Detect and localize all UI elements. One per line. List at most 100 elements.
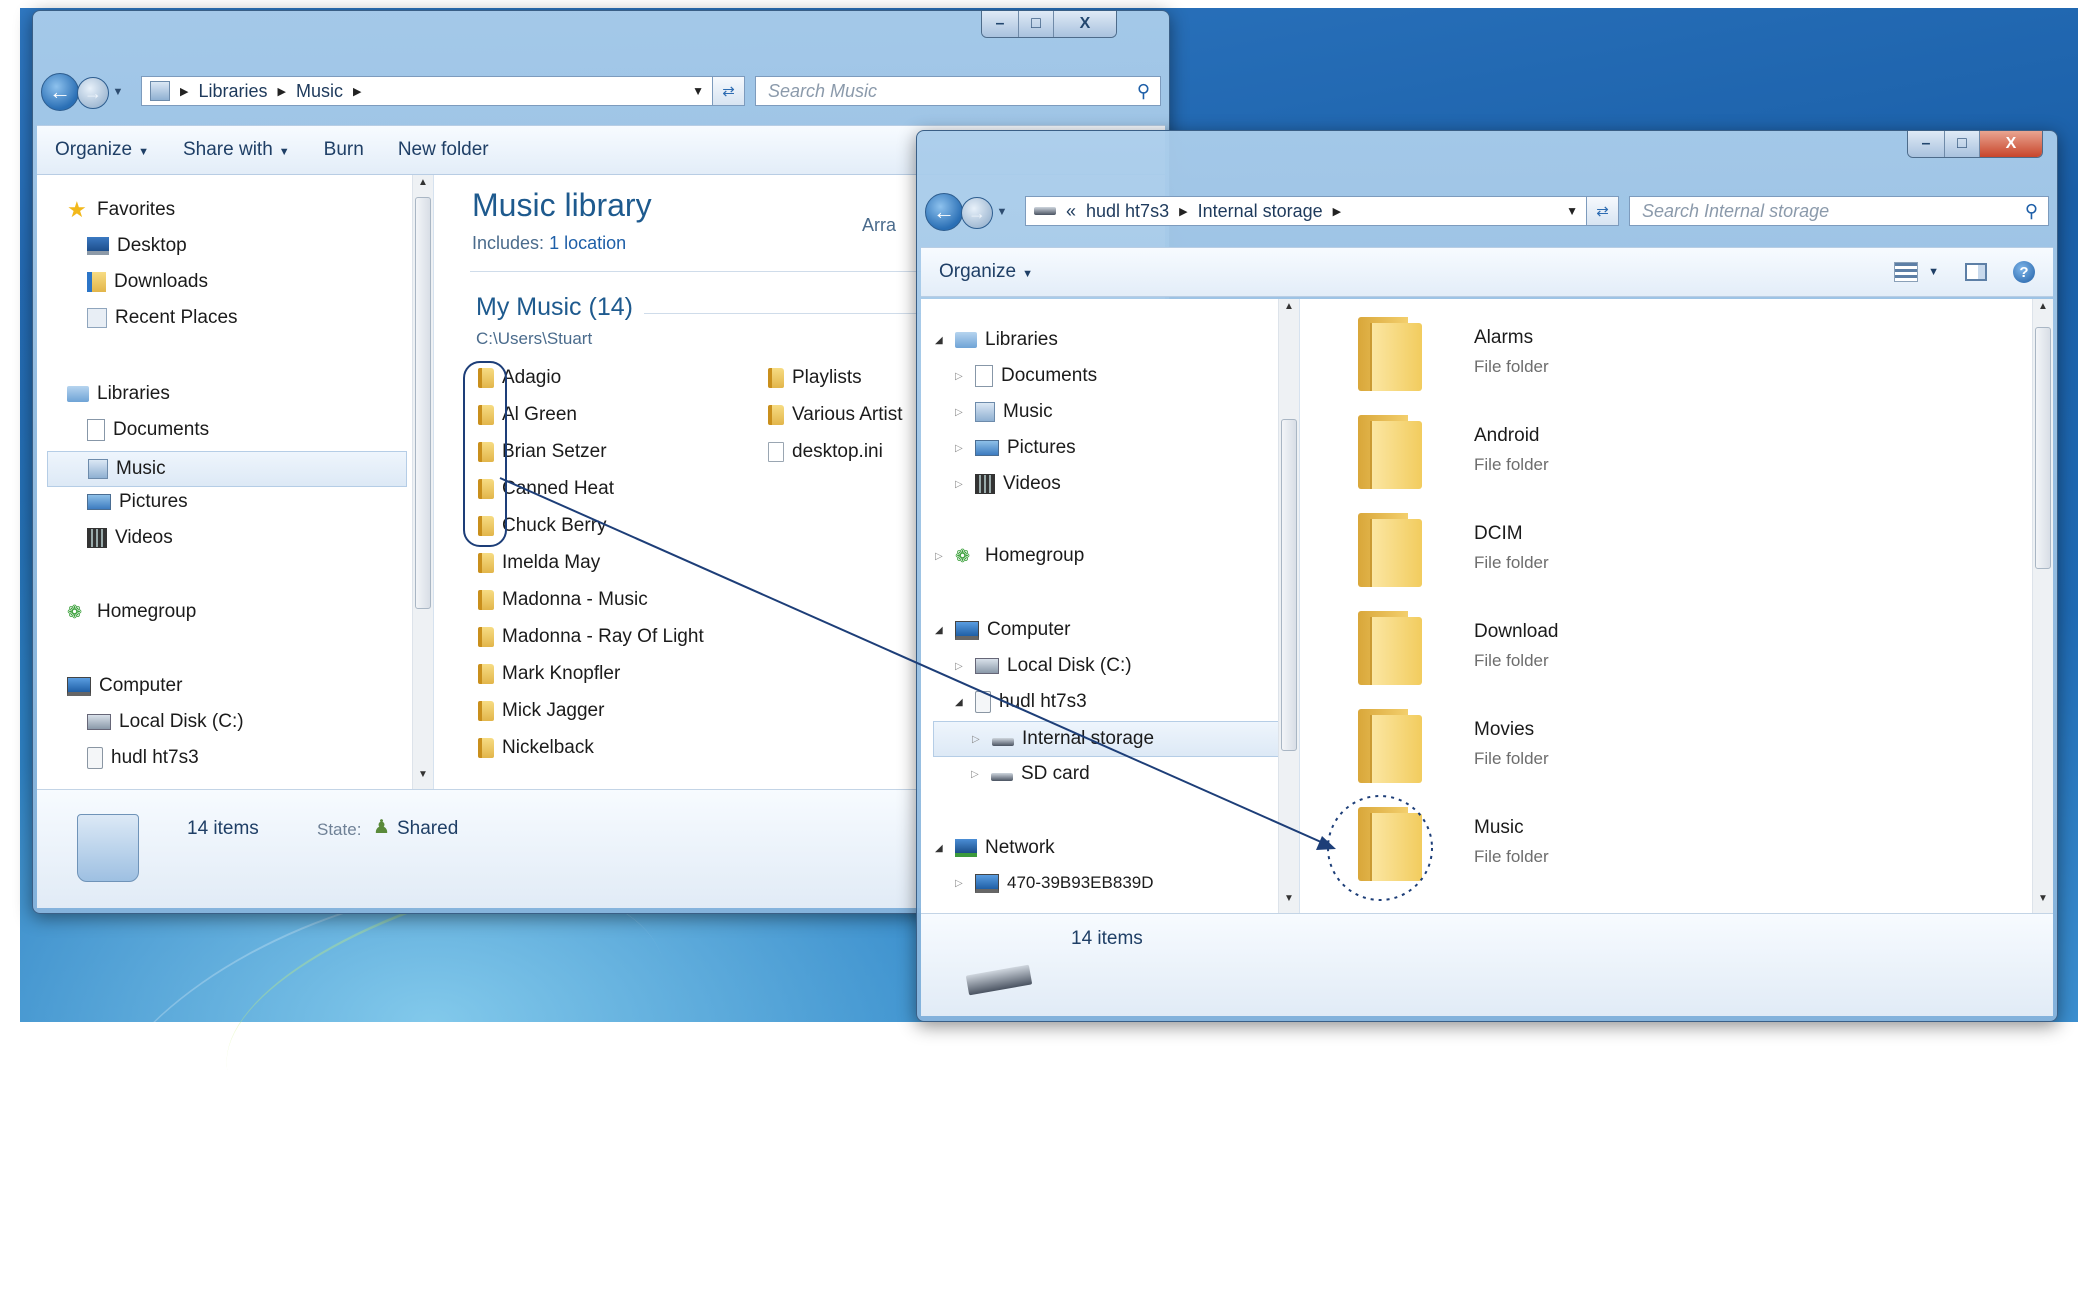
collapsed-arrow-icon[interactable]: ▷	[935, 551, 947, 562]
refresh-button[interactable]: ⇄	[713, 76, 745, 106]
collapsed-arrow-icon[interactable]: ▷	[955, 479, 967, 490]
nav-videos[interactable]: ▷ Videos	[955, 473, 1061, 495]
scroll-down-arrow-icon[interactable]: ▼	[1279, 893, 1299, 911]
search-input[interactable]	[766, 79, 1137, 103]
recent-pages-dropdown[interactable]: ▼	[111, 85, 125, 99]
scroll-down-arrow-icon[interactable]: ▼	[2033, 893, 2053, 911]
file-item[interactable]: desktop.ini	[768, 441, 883, 463]
nav-network[interactable]: ◢ Network	[935, 837, 1055, 859]
nav-videos[interactable]: Videos	[87, 527, 173, 549]
nav-sd-card[interactable]: ▷ SD card	[971, 763, 1090, 785]
breadcrumb-device[interactable]: hudl ht7s3	[1086, 201, 1169, 222]
organize-menu[interactable]: Organize ▼	[55, 139, 149, 161]
nav-internal-storage-selected[interactable]: ▷ Internal storage	[933, 721, 1289, 757]
breadcrumb-libraries[interactable]: Libraries	[198, 81, 267, 102]
nav-homegroup[interactable]: Homegroup	[67, 601, 196, 623]
recent-pages-dropdown[interactable]: ▼	[995, 205, 1009, 219]
collapsed-arrow-icon[interactable]: ▷	[955, 371, 967, 382]
nav-documents[interactable]: ▷ Documents	[955, 365, 1097, 387]
close-button[interactable]: X	[1054, 11, 1116, 37]
maximize-button[interactable]: □	[1945, 131, 1980, 157]
search-box[interactable]: ⚲	[1629, 196, 2049, 226]
nav-device[interactable]: ◢ hudl ht7s3	[955, 691, 1087, 713]
group-header[interactable]: My Music (14)	[476, 293, 633, 322]
forward-button[interactable]: →	[77, 77, 109, 109]
collapsed-arrow-icon[interactable]: ▷	[955, 661, 967, 672]
music-folder-item[interactable]: Nickelback	[478, 737, 594, 759]
help-icon[interactable]: ?	[2013, 261, 2035, 283]
nav-pictures[interactable]: ▷ Pictures	[955, 437, 1076, 459]
music-folder-item[interactable]: Chuck Berry	[478, 515, 607, 537]
scroll-up-arrow-icon[interactable]: ▲	[2033, 301, 2053, 319]
content-scrollbar[interactable]: ▲ ▼	[2032, 299, 2053, 913]
nav-computer[interactable]: Computer	[67, 675, 182, 697]
music-folder-item[interactable]: Al Green	[478, 404, 577, 426]
expanded-arrow-icon[interactable]: ◢	[935, 625, 947, 636]
music-folder-item[interactable]: Mark Knopfler	[478, 663, 620, 685]
navigation-pane-scrollbar[interactable]: ▲ ▼	[412, 175, 433, 789]
organize-menu[interactable]: Organize ▼	[939, 261, 1033, 283]
search-input[interactable]	[1640, 199, 2025, 223]
music-folder-item[interactable]: Imelda May	[478, 552, 600, 574]
collapsed-arrow-icon[interactable]: ▷	[955, 443, 967, 454]
back-button[interactable]: ←	[41, 73, 79, 111]
scrollbar-thumb[interactable]	[415, 197, 431, 609]
maximize-button[interactable]: □	[1019, 11, 1054, 37]
nav-music[interactable]: ▷ Music	[955, 401, 1053, 423]
breadcrumb-internal-storage[interactable]: Internal storage	[1198, 201, 1323, 222]
nav-downloads[interactable]: Downloads	[87, 271, 208, 293]
minimize-button[interactable]: –	[1908, 131, 1945, 157]
includes-locations-link[interactable]: 1 location	[549, 233, 626, 253]
scroll-down-arrow-icon[interactable]: ▼	[413, 769, 433, 787]
nav-device[interactable]: hudl ht7s3	[87, 747, 199, 769]
expanded-arrow-icon[interactable]: ◢	[935, 843, 947, 854]
expanded-arrow-icon[interactable]: ◢	[955, 697, 967, 708]
nav-network-computer[interactable]: ▷ 470-39B93EB839D	[955, 873, 1154, 893]
close-button[interactable]: X	[1980, 131, 2042, 157]
search-icon[interactable]: ⚲	[1137, 81, 1150, 102]
arrange-by-label[interactable]: Arra	[862, 215, 896, 236]
nav-local-disk[interactable]: ▷ Local Disk (C:)	[955, 655, 1132, 677]
nav-libraries[interactable]: ◢ Libraries	[935, 329, 1058, 351]
nav-local-disk[interactable]: Local Disk (C:)	[87, 711, 244, 733]
nav-homegroup[interactable]: ▷Homegroup	[935, 545, 1084, 567]
music-folder-item[interactable]: Playlists	[768, 367, 862, 389]
minimize-button[interactable]: –	[982, 11, 1019, 37]
collapsed-arrow-icon[interactable]: ▷	[971, 769, 983, 780]
search-icon[interactable]: ⚲	[2025, 201, 2038, 222]
nav-documents[interactable]: Documents	[87, 419, 209, 441]
music-folder-item[interactable]: Madonna - Music	[478, 589, 648, 611]
scrollbar-thumb[interactable]	[2035, 327, 2051, 569]
music-folder-item[interactable]: Canned Heat	[478, 478, 614, 500]
address-bar[interactable]: « hudl ht7s3 ▶ Internal storage ▶ ▼	[1025, 196, 1587, 226]
nav-pictures[interactable]: Pictures	[87, 491, 188, 513]
navigation-pane-scrollbar[interactable]: ▲ ▼	[1278, 299, 1299, 913]
address-bar[interactable]: ▶ Libraries ▶ Music ▶ ▼	[141, 76, 713, 106]
music-folder-item[interactable]: Adagio	[478, 367, 561, 389]
collapsed-arrow-icon[interactable]: ▷	[955, 878, 967, 889]
music-folder-item[interactable]: Madonna - Ray Of Light	[478, 626, 704, 648]
nav-music-selected[interactable]: Music	[47, 451, 407, 487]
music-folder-item[interactable]: Brian Setzer	[478, 441, 607, 463]
music-folder-item[interactable]: Various Artist	[768, 404, 903, 426]
collapsed-arrow-icon[interactable]: ▷	[972, 734, 984, 745]
music-folder-item[interactable]: Mick Jagger	[478, 700, 604, 722]
forward-button[interactable]: →	[961, 197, 993, 229]
share-with-menu[interactable]: Share with ▼	[183, 139, 290, 161]
address-dropdown-icon[interactable]: ▼	[692, 84, 704, 98]
scrollbar-thumb[interactable]	[1281, 419, 1297, 751]
nav-recent-places[interactable]: Recent Places	[87, 307, 238, 329]
search-box[interactable]: ⚲	[755, 76, 1161, 106]
burn-button[interactable]: Burn	[324, 139, 364, 161]
breadcrumb-music[interactable]: Music	[296, 81, 343, 102]
expanded-arrow-icon[interactable]: ◢	[935, 335, 947, 346]
change-view-button[interactable]: ▼	[1894, 262, 1939, 282]
back-button[interactable]: ←	[925, 193, 963, 231]
address-dropdown-icon[interactable]: ▼	[1566, 204, 1578, 218]
new-folder-button[interactable]: New folder	[398, 139, 489, 161]
nav-favorites[interactable]: Favorites	[67, 199, 175, 221]
collapsed-arrow-icon[interactable]: ▷	[955, 407, 967, 418]
refresh-button[interactable]: ⇄	[1587, 196, 1619, 226]
scroll-up-arrow-icon[interactable]: ▲	[1279, 301, 1299, 319]
scroll-up-arrow-icon[interactable]: ▲	[413, 177, 433, 195]
